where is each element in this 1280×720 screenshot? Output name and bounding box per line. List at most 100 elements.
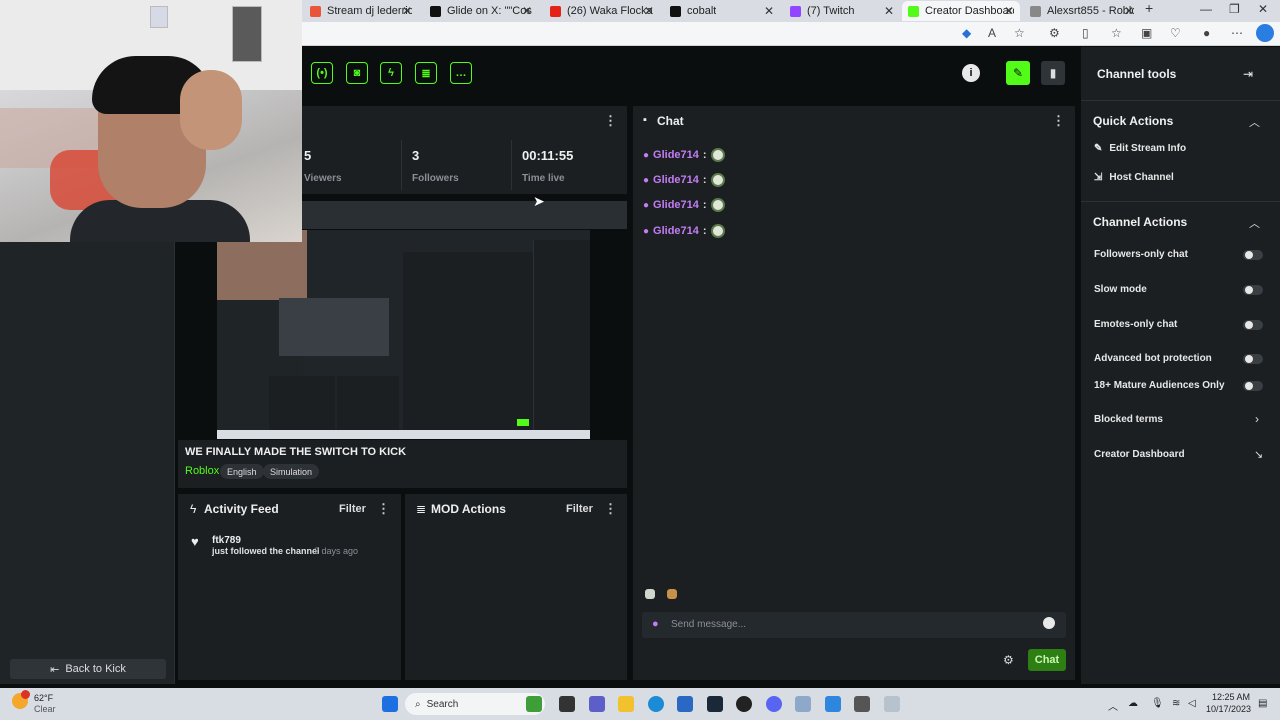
mod-menu-icon[interactable]: ⋮ — [604, 501, 617, 517]
copilot-icon[interactable] — [1256, 24, 1274, 42]
close-icon[interactable]: ✕ — [764, 4, 774, 18]
stream-preview-video[interactable] — [217, 230, 590, 439]
close-icon[interactable]: ✕ — [884, 4, 894, 18]
edit-stream-info-button[interactable]: ✎ Edit Stream Info — [1094, 143, 1186, 154]
emotes-only-toggle[interactable] — [1243, 320, 1263, 330]
obs-icon[interactable] — [736, 696, 752, 712]
divider — [1081, 201, 1280, 202]
browser-tab[interactable]: cobalt ✕ — [664, 1, 780, 21]
performance-icon[interactable]: ♡ — [1170, 26, 1181, 40]
read-aloud-icon[interactable]: A — [988, 26, 996, 40]
broadcast-icon[interactable]: (•) — [311, 62, 333, 84]
app-g-icon[interactable] — [795, 696, 811, 712]
clock-date[interactable]: 10/17/2023 — [1206, 704, 1251, 714]
chat-bubble-icon[interactable]: … — [450, 62, 472, 84]
close-icon[interactable]: ✕ — [522, 4, 532, 18]
activity-menu-icon[interactable]: ⋮ — [377, 501, 390, 517]
steam-icon[interactable] — [707, 696, 723, 712]
slow-mode-toggle[interactable] — [1243, 285, 1263, 295]
lightning-icon[interactable]: ϟ — [380, 62, 402, 84]
chat-username[interactable]: Glide714 — [653, 149, 699, 161]
browser-tab[interactable]: Alexsrt855 - Roblox ✕ — [1024, 1, 1140, 21]
close-icon[interactable]: ✕ — [1124, 4, 1134, 18]
creator-dashboard-item[interactable]: Creator Dashboard — [1094, 449, 1185, 460]
app-icon[interactable] — [854, 696, 870, 712]
close-icon[interactable]: ✕ — [644, 4, 654, 18]
back-to-kick-button[interactable]: ⇤ Back to Kick — [10, 659, 166, 679]
discord-icon[interactable] — [766, 696, 782, 712]
activity-feed-title: Activity Feed — [204, 502, 279, 516]
vscode-icon[interactable] — [825, 696, 841, 712]
mature-audiences-toggle[interactable] — [1243, 381, 1263, 391]
minimize-icon[interactable]: — — [1200, 2, 1212, 16]
chat-username[interactable]: Glide714 — [653, 225, 699, 237]
host-channel-button[interactable]: ⇲ Host Channel — [1094, 172, 1174, 183]
favorite-star-icon[interactable]: ☆ — [1014, 26, 1025, 40]
followers-only-toggle[interactable] — [1243, 250, 1263, 260]
settings-gear-icon[interactable]: ⚙ — [1003, 653, 1014, 667]
store-icon[interactable] — [677, 696, 693, 712]
onedrive-icon[interactable]: ☁ — [1128, 698, 1138, 709]
chat-username[interactable]: Glide714 — [653, 174, 699, 186]
chat-username[interactable]: Glide714 — [653, 199, 699, 211]
emoji-icon[interactable] — [1043, 617, 1055, 629]
chat-menu-icon[interactable]: ⋮ — [1052, 113, 1065, 129]
browser-tab[interactable]: Glide on X: ""Cost mo✕ — [424, 1, 538, 21]
extensions-icon[interactable]: ⚙ — [1049, 26, 1060, 40]
wifi-icon[interactable]: ≋ — [1172, 698, 1180, 709]
stream-tag[interactable]: Simulation — [263, 464, 320, 479]
browser-tab[interactable]: (7) Twitch ✕ — [784, 1, 900, 21]
app-icon[interactable] — [884, 696, 900, 712]
more-icon[interactable]: ⋯ — [1231, 26, 1243, 40]
taskbar-search[interactable]: ⌕ Search — [405, 693, 545, 715]
browser-tab[interactable]: (26) Waka Flocka - Ha✕ — [544, 1, 660, 21]
browser-tab[interactable]: Stream dj lederrick -✕ — [304, 1, 418, 21]
close-window-icon[interactable]: ✕ — [1258, 2, 1268, 16]
notes-icon[interactable]: ≣ — [415, 62, 437, 84]
close-icon[interactable]: ✕ — [1004, 4, 1014, 18]
emote-quick-icon[interactable] — [667, 589, 677, 599]
mod-filter-button[interactable]: Filter — [566, 503, 593, 515]
bot-protection-label: Advanced bot protection — [1094, 353, 1212, 364]
collections-icon[interactable]: ▣ — [1141, 26, 1152, 40]
chart-icon[interactable]: ↘ — [1254, 448, 1263, 461]
stats-menu-icon[interactable]: ⋮ — [604, 113, 617, 129]
exit-icon: ⇤ — [50, 663, 60, 676]
volume-icon[interactable]: ◁ — [1188, 698, 1196, 709]
close-icon[interactable]: ✕ — [402, 4, 412, 18]
notifications-icon[interactable]: ▤ — [1258, 698, 1267, 709]
chevron-up-icon[interactable]: ︿ — [1108, 698, 1118, 713]
activity-filter-button[interactable]: Filter — [339, 503, 366, 515]
edit-pencil-button[interactable]: ✎ — [1006, 61, 1030, 85]
bot-protection-toggle[interactable] — [1243, 354, 1263, 364]
new-tab-button[interactable]: + — [1145, 0, 1153, 16]
shield-icon[interactable]: ◆ — [962, 26, 971, 40]
stream-category[interactable]: Roblox — [185, 465, 219, 477]
emote-quick-icon[interactable] — [645, 589, 655, 599]
windows-start-icon[interactable] — [382, 696, 398, 712]
edge-browser-icon[interactable] — [648, 696, 664, 712]
blocked-terms-item[interactable]: Blocked terms — [1094, 414, 1163, 425]
activity-user[interactable]: ftk789 — [212, 535, 241, 546]
layout-button[interactable]: ▮ — [1041, 61, 1065, 85]
chat-send-button[interactable]: Chat — [1028, 649, 1066, 671]
profile-icon[interactable]: ● — [1203, 26, 1210, 40]
slow-mode-label: Slow mode — [1094, 284, 1147, 295]
microphone-icon[interactable]: 🎙 — [1151, 698, 1164, 709]
chevron-up-icon[interactable]: ︿ — [1249, 114, 1260, 130]
teams-icon[interactable] — [589, 696, 605, 712]
chevron-up-icon[interactable]: ︿ — [1249, 215, 1260, 231]
info-icon[interactable]: i — [962, 64, 980, 82]
split-screen-icon[interactable]: ▯ — [1082, 26, 1089, 40]
maximize-icon[interactable]: ❐ — [1229, 2, 1240, 16]
task-view-icon[interactable] — [559, 696, 575, 712]
stream-tag[interactable]: English — [220, 464, 264, 479]
chevron-right-icon[interactable]: › — [1255, 412, 1259, 426]
collapse-panel-icon[interactable]: ⇥ — [1243, 67, 1253, 81]
clock-time[interactable]: 12:25 AM — [1212, 692, 1250, 702]
browser-tab-active[interactable]: Creator Dashboard |✕ — [902, 1, 1020, 21]
screenshot-icon[interactable]: ◙ — [346, 62, 368, 84]
file-explorer-icon[interactable] — [618, 696, 634, 712]
favorites-icon[interactable]: ☆ — [1111, 26, 1122, 40]
chat-input[interactable]: ● Send message... — [642, 612, 1066, 638]
